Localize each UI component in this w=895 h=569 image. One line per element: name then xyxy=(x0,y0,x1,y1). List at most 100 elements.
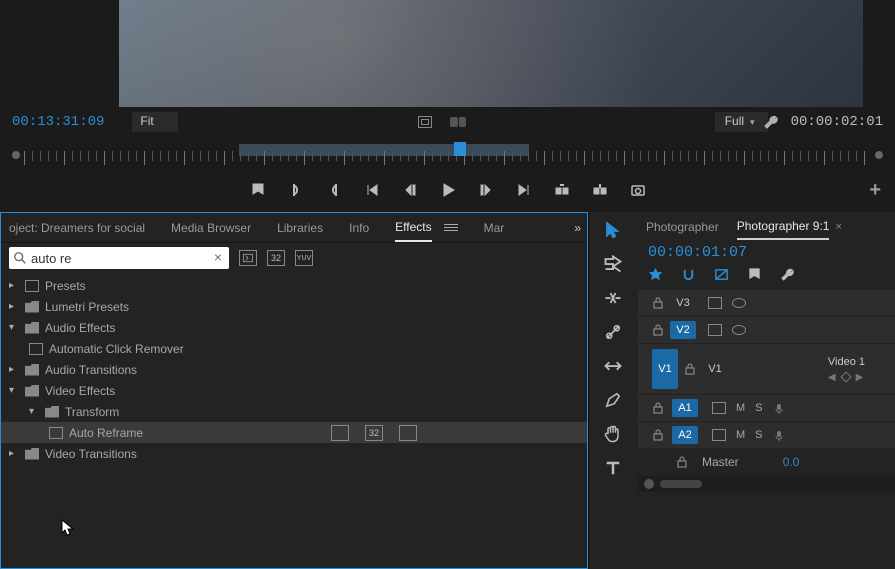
track-target[interactable]: V3 xyxy=(670,294,696,312)
32bit-filter-icon[interactable]: 32 xyxy=(267,250,285,266)
panel-menu-icon[interactable] xyxy=(444,224,458,231)
sequence-tab-active[interactable]: Photographer 9:1 xyxy=(737,219,830,240)
lock-icon[interactable] xyxy=(676,456,688,468)
mark-in-icon[interactable] xyxy=(288,182,304,198)
track-v3[interactable]: V3 xyxy=(638,290,895,316)
tree-label: Lumetri Presets xyxy=(45,300,129,314)
overflow-chevron-icon[interactable]: » xyxy=(574,221,581,235)
lock-icon[interactable] xyxy=(652,402,664,414)
type-tool-icon[interactable] xyxy=(603,458,623,478)
mute-button[interactable]: M xyxy=(736,429,745,441)
zoom-handle-left[interactable] xyxy=(644,479,654,489)
playhead[interactable] xyxy=(454,142,466,156)
selection-tool-icon[interactable] xyxy=(603,220,623,240)
snap-icon[interactable] xyxy=(681,267,696,282)
go-to-in-icon[interactable] xyxy=(364,182,380,198)
vr-toggle-icon[interactable] xyxy=(450,117,466,127)
tab-info[interactable]: Info xyxy=(349,221,369,235)
tab-effects[interactable]: Effects xyxy=(395,220,431,242)
keyframe-nav[interactable]: ◀▶ xyxy=(828,372,865,383)
wrench-icon[interactable] xyxy=(763,114,779,130)
sync-lock-icon[interactable] xyxy=(712,429,726,441)
tree-item-auto-reframe[interactable]: Auto Reframe 32 xyxy=(1,422,587,443)
track-target[interactable]: A1 xyxy=(672,399,698,417)
step-back-icon[interactable] xyxy=(402,182,418,198)
solo-button[interactable]: S xyxy=(755,402,762,414)
tree-folder-presets[interactable]: ▸Presets xyxy=(1,275,587,296)
scroll-thumb[interactable] xyxy=(660,480,702,488)
track-v2[interactable]: V2 xyxy=(638,317,895,343)
tab-project[interactable]: oject: Dreamers for social xyxy=(9,221,145,235)
pen-tool-icon[interactable] xyxy=(603,390,623,410)
track-v1[interactable]: V1 V1 Video 1 ◀▶ xyxy=(638,344,895,394)
timeline-settings-icon[interactable] xyxy=(780,267,795,282)
tab-libraries[interactable]: Libraries xyxy=(277,221,323,235)
lift-icon[interactable] xyxy=(554,182,570,198)
program-monitor-preview[interactable] xyxy=(119,0,863,107)
safe-margins-icon[interactable] xyxy=(418,116,432,128)
button-editor-icon[interactable]: + xyxy=(869,179,881,202)
voiceover-icon[interactable] xyxy=(773,402,785,414)
tree-folder-video-transitions[interactable]: ▸Video Transitions xyxy=(1,443,587,464)
toggle-output-icon[interactable] xyxy=(732,325,746,335)
yuv-filter-icon[interactable]: YUV xyxy=(295,250,313,266)
razor-tool-icon[interactable] xyxy=(603,322,623,342)
sync-lock-icon[interactable] xyxy=(708,297,722,309)
sequence-timecode[interactable]: 00:00:02:01 xyxy=(791,114,883,130)
zoom-level-select[interactable]: Fit xyxy=(132,112,177,132)
master-value[interactable]: 0.0 xyxy=(783,455,800,469)
add-marker-icon[interactable] xyxy=(250,182,266,198)
nest-icon[interactable] xyxy=(648,267,663,282)
ripple-edit-tool-icon[interactable] xyxy=(603,288,623,308)
effects-search-input[interactable] xyxy=(27,251,211,266)
go-to-out-icon[interactable] xyxy=(516,182,532,198)
source-patch[interactable]: V1 xyxy=(652,349,678,389)
playback-quality-select[interactable]: Full xyxy=(715,112,768,132)
lock-icon[interactable] xyxy=(684,363,696,375)
tree-folder-audio-effects[interactable]: ▾Audio Effects xyxy=(1,317,587,338)
track-master[interactable]: Master 0.0 xyxy=(638,449,895,475)
export-frame-icon[interactable] xyxy=(630,182,646,198)
track-a1[interactable]: A1 MS xyxy=(638,395,895,421)
source-timecode[interactable]: 00:13:31:09 xyxy=(12,114,104,130)
sequence-tab[interactable]: Photographer xyxy=(646,220,719,234)
tree-folder-lumetri[interactable]: ▸Lumetri Presets xyxy=(1,296,587,317)
solo-button[interactable]: S xyxy=(755,429,762,441)
tree-folder-video-effects[interactable]: ▾Video Effects xyxy=(1,380,587,401)
lock-icon[interactable] xyxy=(652,429,664,441)
timeline-zoom-scrollbar[interactable] xyxy=(638,476,895,492)
tree-folder-transform[interactable]: ▾Transform xyxy=(1,401,587,422)
hand-tool-icon[interactable] xyxy=(603,424,623,444)
extract-icon[interactable] xyxy=(592,182,608,198)
sync-lock-icon[interactable] xyxy=(708,324,722,336)
timeline-timecode[interactable]: 00:00:01:07 xyxy=(636,242,895,267)
ruler-handle-right[interactable] xyxy=(875,151,883,159)
toggle-output-icon[interactable] xyxy=(732,298,746,308)
clear-search-icon[interactable]: × xyxy=(211,251,225,265)
play-icon[interactable] xyxy=(440,182,456,198)
voiceover-icon[interactable] xyxy=(773,429,785,441)
lock-icon[interactable] xyxy=(652,297,664,309)
linked-selection-icon[interactable] xyxy=(714,267,729,282)
accelerated-filter-icon[interactable] xyxy=(239,250,257,266)
tab-media-browser[interactable]: Media Browser xyxy=(171,221,251,235)
track-target[interactable]: V2 xyxy=(670,321,696,339)
close-tab-icon[interactable]: × xyxy=(835,221,841,233)
step-forward-icon[interactable] xyxy=(478,182,494,198)
track-select-tool-icon[interactable] xyxy=(603,254,623,274)
track-target[interactable]: A2 xyxy=(672,426,698,444)
tree-folder-audio-transitions[interactable]: ▸Audio Transitions xyxy=(1,359,587,380)
lock-icon[interactable] xyxy=(652,324,664,336)
tree-item-auto-click-remover[interactable]: Automatic Click Remover xyxy=(1,338,587,359)
sync-lock-icon[interactable] xyxy=(712,402,726,414)
mute-button[interactable]: M xyxy=(736,402,745,414)
timeline-tabs: Photographer Photographer 9:1 × xyxy=(636,212,895,242)
tab-markers[interactable]: Mar xyxy=(484,221,505,235)
track-a2[interactable]: A2 MS xyxy=(638,422,895,448)
monitor-time-ruler[interactable] xyxy=(12,140,883,170)
marker-icon[interactable] xyxy=(747,267,762,282)
mark-out-icon[interactable] xyxy=(326,182,342,198)
slip-tool-icon[interactable] xyxy=(603,356,623,376)
track-target[interactable]: V1 xyxy=(702,360,728,378)
ruler-handle-left[interactable] xyxy=(12,151,20,159)
